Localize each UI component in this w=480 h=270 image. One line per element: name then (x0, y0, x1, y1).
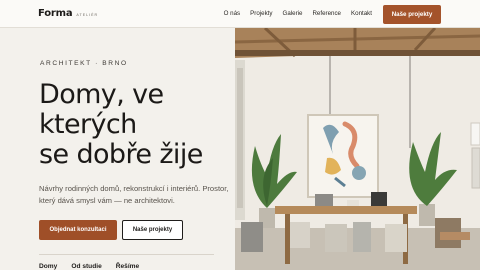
headline-line-3: se dobře žije (39, 139, 203, 170)
nav-item-references[interactable]: Reference (312, 10, 341, 17)
book-consultation-button[interactable]: Objednat konzultaci (39, 220, 117, 240)
hero-stats: Domy Od studie Řešíme (39, 263, 139, 270)
stat-label-3: Řešíme (115, 263, 140, 270)
hero-interior-photo (235, 28, 480, 270)
hero-lead: Návrhy rodinných domů, rekonstrukcí i in… (39, 184, 229, 205)
site-header: Forma ATELIÉR O nás Projekty Galerie Ref… (0, 0, 480, 28)
nav-item-contact[interactable]: Kontakt (351, 10, 372, 17)
nav-item-about[interactable]: O nás (224, 10, 241, 17)
main-nav: O nás Projekty Galerie Reference Kontakt (224, 10, 372, 17)
brand-name: Forma (38, 8, 73, 19)
header-projects-button[interactable]: Naše projekty (383, 5, 441, 24)
interior-illustration (235, 28, 480, 270)
hero-eyebrow: ARCHITEKT · BRNO (40, 60, 128, 67)
headline-line-1: Domy, ve (39, 79, 164, 110)
brand-subtitle: ATELIÉR (76, 13, 99, 17)
stat-label-2: Od studie (71, 263, 102, 270)
headline-line-2: kterých (39, 109, 137, 140)
nav-item-gallery[interactable]: Galerie (283, 10, 303, 17)
stat-label-1: Domy (39, 263, 58, 270)
nav-item-projects[interactable]: Projekty (250, 10, 272, 17)
hero-projects-button[interactable]: Naše projekty (122, 220, 183, 240)
hero-headline: Domy, ve kterých se dobře žije (39, 80, 239, 170)
brand-logo[interactable]: Forma ATELIÉR (38, 8, 98, 19)
hero-divider (39, 254, 214, 255)
